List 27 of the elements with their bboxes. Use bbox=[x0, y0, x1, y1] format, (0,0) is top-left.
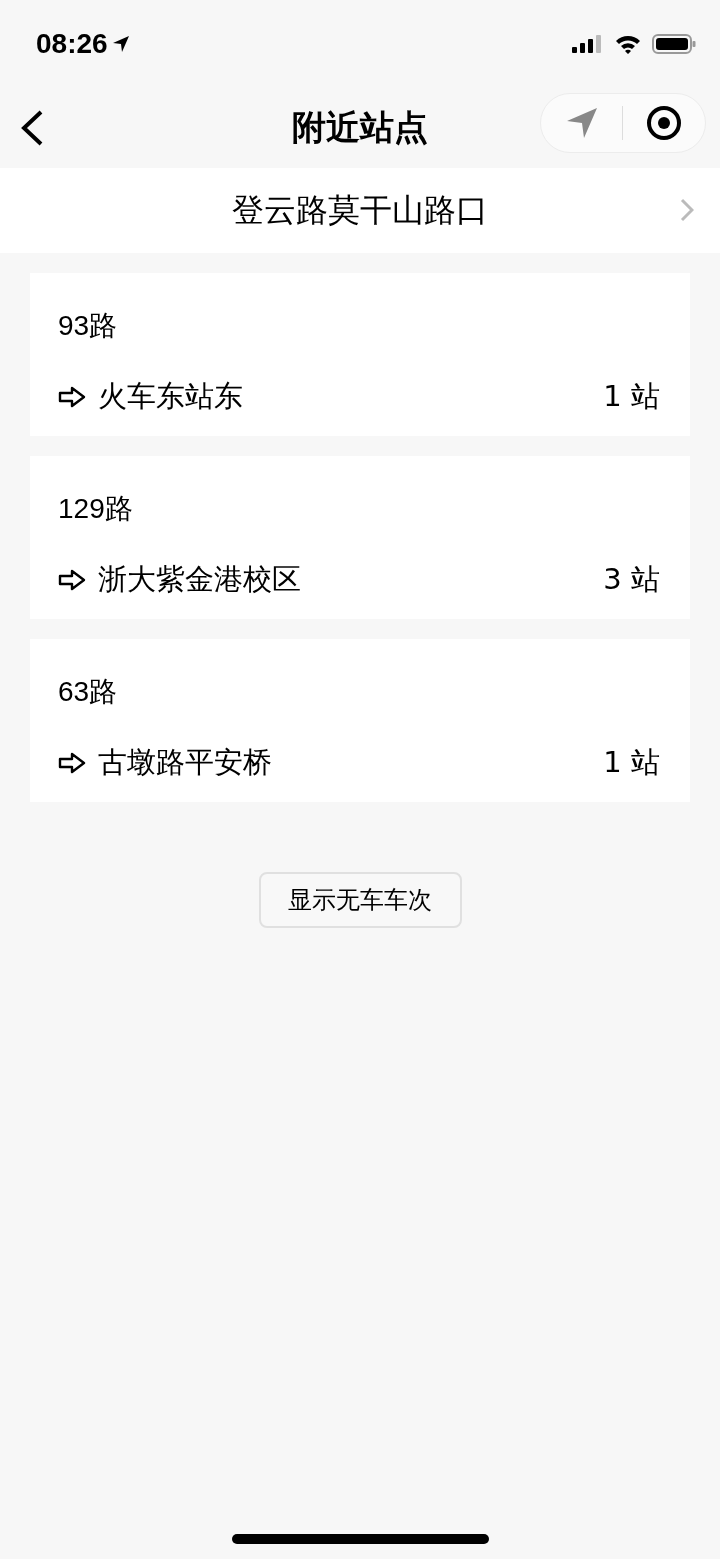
station-name: 登云路莫干山路口 bbox=[232, 189, 488, 231]
page-title: 附近站点 bbox=[292, 106, 428, 149]
arrow-right-icon bbox=[58, 569, 86, 591]
station-row[interactable]: 登云路莫干山路口 bbox=[0, 168, 720, 253]
back-icon[interactable] bbox=[20, 109, 44, 147]
arrow-right-icon bbox=[58, 386, 86, 408]
stops-away: 1 站 bbox=[603, 744, 660, 781]
stops-away: 1 站 bbox=[603, 378, 660, 415]
arrow-right-icon bbox=[58, 752, 86, 774]
location-arrow-icon bbox=[111, 35, 130, 53]
route-direction: 浙大紫金港校区 bbox=[98, 561, 302, 598]
battery-icon bbox=[652, 33, 696, 55]
route-name: 129路 bbox=[58, 492, 134, 526]
show-no-bus-button[interactable]: 显示无车车次 bbox=[258, 872, 462, 928]
wifi-icon bbox=[614, 34, 642, 54]
route-card[interactable]: 63路 古墩路平安桥 1 站 bbox=[30, 639, 690, 802]
route-name: 93路 bbox=[58, 309, 119, 343]
stops-away: 3 站 bbox=[603, 561, 660, 598]
signal-icon bbox=[572, 34, 604, 54]
status-time: 08:26 bbox=[36, 28, 108, 60]
route-card[interactable]: 129路 浙大紫金港校区 3 站 bbox=[30, 456, 690, 619]
route-name: 63路 bbox=[58, 675, 119, 709]
route-direction: 古墩路平安桥 bbox=[98, 744, 273, 781]
chevron-right-icon bbox=[680, 198, 694, 222]
target-icon[interactable] bbox=[645, 105, 682, 141]
route-direction: 火车东站东 bbox=[98, 378, 244, 415]
route-card[interactable]: 93路 火车东站东 1 站 bbox=[30, 273, 690, 436]
